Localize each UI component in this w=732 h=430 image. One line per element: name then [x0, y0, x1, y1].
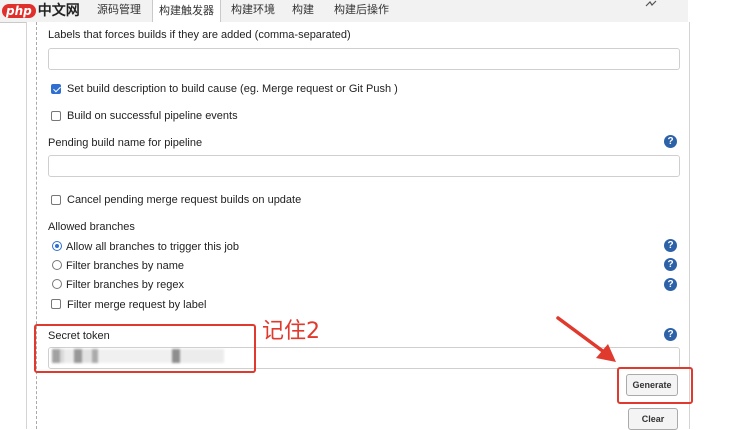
cancel-pending-label: Cancel pending merge request builds on u… — [67, 194, 302, 206]
help-icon[interactable]: ? — [664, 258, 677, 271]
pending-build-name-label: Pending build name for pipeline — [48, 137, 203, 149]
build-on-pipeline-label: Build on successful pipeline events — [67, 110, 238, 122]
allow-all-branches-radio[interactable] — [52, 241, 62, 251]
filter-by-name-radio[interactable] — [52, 260, 62, 270]
cancel-pending-checkbox[interactable] — [51, 195, 61, 205]
pending-build-name-input[interactable] — [48, 155, 680, 177]
arrow-icon — [556, 316, 616, 362]
help-icon[interactable]: ? — [664, 135, 677, 148]
help-icon[interactable]: ? — [664, 278, 677, 291]
annotation-text: 记住2 — [262, 319, 320, 344]
tab-build-environment[interactable]: 构建环境 — [231, 0, 275, 22]
labels-force-builds-label: Labels that forces builds if they are ad… — [48, 29, 351, 41]
php-cn-logo: php 中文网 — [2, 0, 80, 20]
clear-button[interactable]: Clear — [628, 408, 678, 430]
filter-by-regex-label: Filter branches by regex — [66, 279, 184, 291]
filter-by-name-label: Filter branches by name — [66, 260, 184, 272]
set-build-description-checkbox[interactable] — [51, 84, 61, 94]
tab-build[interactable]: 构建 — [292, 0, 314, 22]
highlight-secret-token — [34, 324, 256, 373]
highlight-generate — [617, 367, 693, 404]
filter-by-regex-radio[interactable] — [52, 279, 62, 289]
cursor-icon — [645, 0, 657, 7]
allowed-branches-label: Allowed branches — [48, 221, 135, 233]
filter-by-label-checkbox[interactable] — [51, 299, 61, 309]
filter-by-label-label: Filter merge request by label — [67, 299, 207, 311]
allow-all-branches-label: Allow all branches to trigger this job — [66, 241, 240, 253]
tab-build-triggers[interactable]: 构建触发器 — [152, 0, 221, 24]
tab-post-build[interactable]: 构建后操作 — [334, 0, 389, 22]
tab-source-control[interactable]: 源码管理 — [97, 0, 141, 22]
help-icon[interactable]: ? — [664, 328, 677, 341]
build-on-pipeline-checkbox[interactable] — [51, 111, 61, 121]
labels-force-builds-input[interactable] — [48, 48, 680, 70]
help-icon[interactable]: ? — [664, 239, 677, 252]
set-build-description-label: Set build description to build cause (eg… — [67, 83, 398, 95]
